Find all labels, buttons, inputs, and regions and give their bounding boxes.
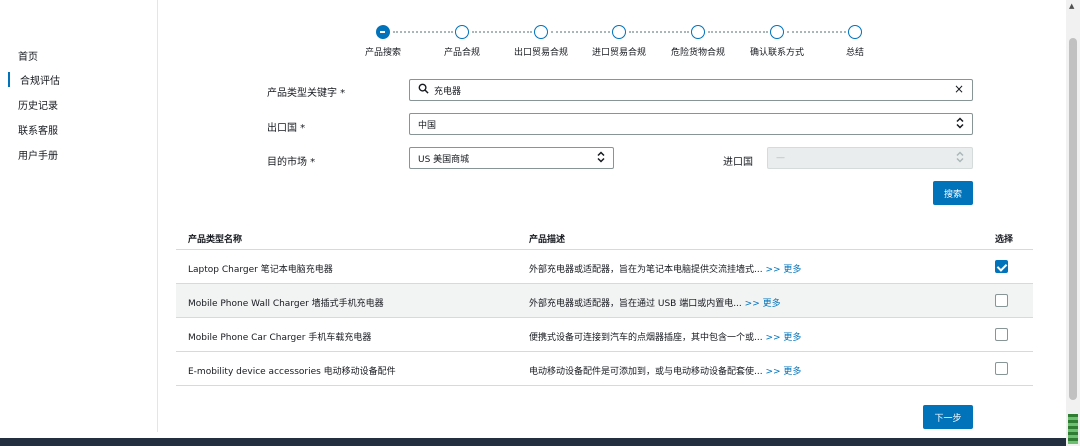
step-label-confirm-contact: 确认联系方式 [749,48,805,58]
sidebar-item-customer-service[interactable]: 联系客服 [18,122,58,137]
more-link[interactable]: >> 更多 [745,299,781,309]
more-link[interactable]: >> 更多 [765,265,801,275]
select-checkbox[interactable] [995,294,1008,307]
product-description: 电动移动设备配件是可添加到，或与电动移动设备配套使... >> 更多 [529,367,802,377]
import-country-select: — [767,147,973,169]
select-arrows-icon [597,151,605,166]
product-type-name: Mobile Phone Car Charger 手机车载充电器 [188,333,372,343]
export-country-select[interactable]: 中国 [409,113,973,135]
step-label-summary: 总结 [845,48,865,58]
sidebar-item-history[interactable]: 历史记录 [18,97,58,112]
target-market-select[interactable]: US 美国商城 [409,147,614,169]
step-circle [534,25,548,39]
product-description: 外部充电器或适配器，旨在通过 USB 端口或内置电... >> 更多 [529,299,781,309]
step-connector [787,31,846,34]
product-type-name: E-mobility device accessories 电动移动设备配件 [188,367,396,377]
product-type-name: Mobile Phone Wall Charger 墙插式手机充电器 [188,299,384,309]
select-arrows-icon [956,151,964,166]
step-circle [612,25,626,39]
column-header-description: 产品描述 [529,235,566,245]
sidebar-item-user-manual[interactable]: 用户手册 [18,147,58,162]
step-connector [472,31,532,34]
step-circle [770,25,784,39]
clear-icon[interactable]: × [954,82,964,96]
step-label-dangerous-goods-compliance: 危险货物合规 [670,48,726,58]
scroll-up-arrow-icon[interactable]: ▲ [1069,2,1074,10]
target-market-value: US 美国商城 [418,154,470,165]
step-connector [708,31,768,34]
scrollbar[interactable]: ▲ [1066,0,1080,446]
step-connector [629,31,689,34]
search-icon [418,83,429,97]
target-market-label: 目的市场 * [267,157,316,168]
column-header-product-type: 产品类型名称 [188,235,243,245]
scrollbar-indicator [1068,414,1078,444]
product-description: 外部充电器或适配器，旨在为笔记本电脑提供交流挂墙式... >> 更多 [529,265,802,275]
product-description: 便携式设备可连接到汽车的点烟器插座，其中包含一个或... >> 更多 [529,333,802,343]
step-label-product-compliance: 产品合规 [443,48,481,58]
keyword-label: 产品类型关键字 * [267,88,346,99]
page: 首页 合规评估 历史记录 联系客服 用户手册 产品搜索 产品合规 出口贸易合规 … [0,0,1080,446]
step-circle [455,25,469,39]
scrollbar-thumb[interactable] [1069,38,1077,400]
export-country-label: 出口国 * [267,123,306,134]
step-label-import-trade-compliance: 进口贸易合规 [591,48,647,58]
search-button[interactable]: 搜索 [933,181,973,205]
table-header: 产品类型名称 产品描述 选择 [176,222,1033,250]
step-circle [691,25,705,39]
step-connector [393,31,453,34]
step-circle [848,25,862,39]
table-row: Laptop Charger 笔记本电脑充电器 外部充电器或适配器，旨在为笔记本… [176,250,1033,284]
import-country-label: 进口国 [723,157,753,168]
select-checkbox[interactable] [995,362,1008,375]
step-circle-current [376,25,390,39]
footer-bar [0,438,1072,446]
select-checkbox[interactable] [995,328,1008,341]
select-arrows-icon [956,117,964,132]
more-link[interactable]: >> 更多 [765,333,801,343]
keyword-search-input[interactable]: 充电器 × [409,79,973,101]
export-country-value: 中国 [418,120,437,131]
sidebar: 首页 合规评估 历史记录 联系客服 用户手册 [0,0,158,432]
next-step-button[interactable]: 下一步 [923,405,973,429]
table-row: E-mobility device accessories 电动移动设备配件 电… [176,352,1033,386]
step-label-export-trade-compliance: 出口贸易合规 [513,48,569,58]
keyword-value: 充电器 [434,86,462,97]
column-header-select: 选择 [995,235,1014,245]
select-checkbox[interactable] [995,260,1008,273]
step-label-product-search: 产品搜索 [364,48,402,58]
table-row: Mobile Phone Car Charger 手机车载充电器 便携式设备可连… [176,318,1033,352]
progress-stepper: 产品搜索 产品合规 出口贸易合规 进口贸易合规 危险货物合规 确认联系方式 总结 [0,0,1080,64]
sidebar-item-compliance-assessment[interactable]: 合规评估 [8,72,60,87]
import-country-value: — [776,153,785,163]
product-type-name: Laptop Charger 笔记本电脑充电器 [188,265,333,275]
table-row: Mobile Phone Wall Charger 墙插式手机充电器 外部充电器… [176,284,1033,318]
more-link[interactable]: >> 更多 [765,367,801,377]
step-connector [551,31,610,34]
